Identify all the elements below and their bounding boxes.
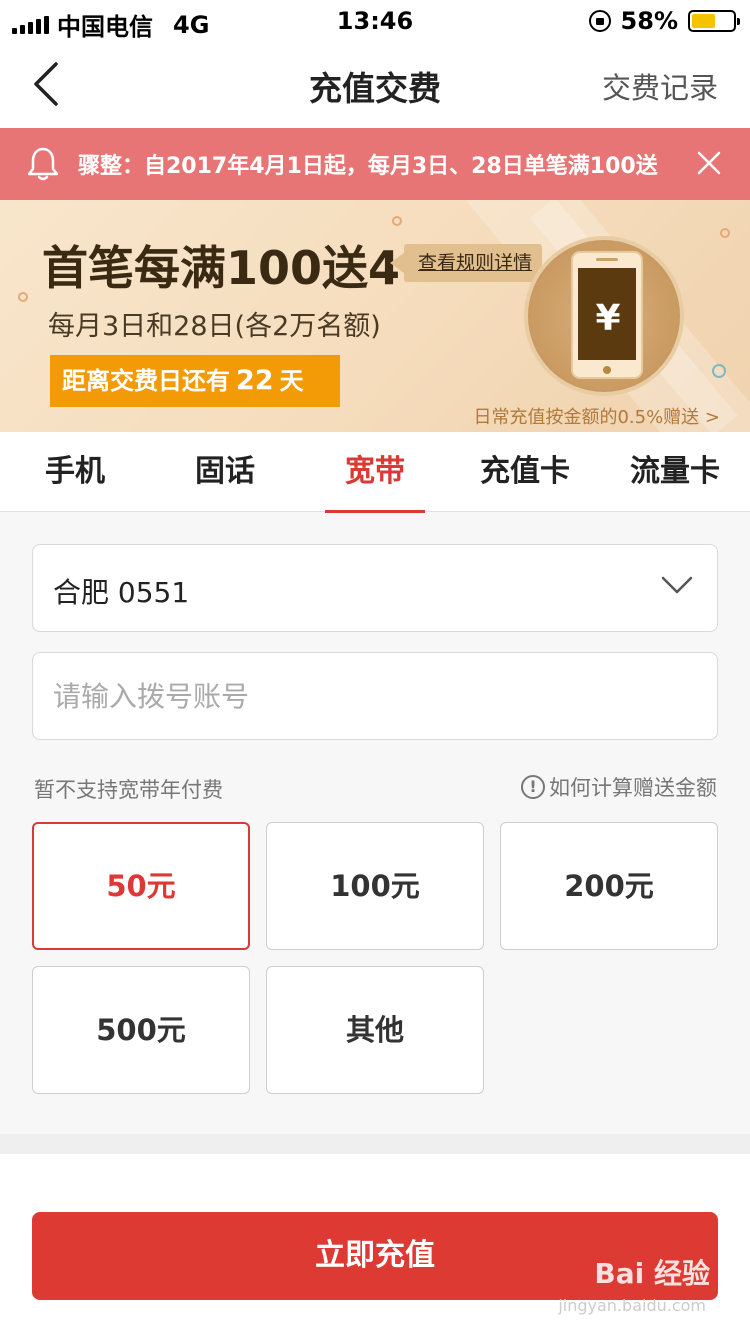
tab-recharge-card[interactable]: 充值卡 (450, 432, 600, 512)
battery-icon (688, 10, 740, 32)
section-divider (0, 1134, 750, 1154)
decoration-circle (18, 292, 28, 302)
countdown-prefix: 距离交费日还有 (62, 367, 230, 395)
payment-history-link[interactable]: 交费记录 (602, 65, 718, 107)
amount-option-200[interactable]: 200元 (500, 822, 718, 950)
promo-banner[interactable]: 首笔每满100送4 查看规则详情 每月3日和28日(各2万名额) 距离交费日还有… (0, 200, 750, 432)
tab-broadband[interactable]: 宽带 (300, 432, 450, 513)
info-icon: ! (521, 775, 545, 799)
decoration-circle (712, 364, 726, 378)
amount-option-other[interactable]: 其他 (266, 966, 484, 1094)
tab-mobile[interactable]: 手机 (0, 432, 150, 512)
rotation-lock-icon (588, 10, 611, 32)
countdown-badge: 距离交费日还有 22 天 (50, 355, 340, 407)
close-icon[interactable] (696, 150, 722, 176)
battery-fill (692, 14, 716, 28)
countdown-days: 22 (236, 365, 274, 396)
tab-data-card[interactable]: 流量卡 (600, 432, 750, 512)
bonus-calculation-label: 如何计算赠送金额 (549, 776, 717, 800)
notice-text: 骤整：自2017年4月1日起，每月3日、28日单笔满100送 (78, 154, 658, 179)
banner-title: 首笔每满100送4 (42, 241, 401, 295)
category-tabs: 手机 固话 宽带 充值卡 流量卡 (0, 432, 750, 513)
battery-percent: 58% (620, 7, 678, 35)
city-select[interactable]: 合肥 0551 (32, 544, 718, 632)
amount-option-100[interactable]: 100元 (266, 822, 484, 950)
baidu-watermark: Bai 经验 (594, 1257, 710, 1290)
nav-bar: 充值交费 交费记录 (0, 40, 750, 128)
baidu-watermark-url: jingyan.baidu.com (558, 1296, 706, 1315)
status-bar: 中国电信 4G 13:46 58% (0, 0, 750, 41)
status-right: 58% (588, 7, 740, 35)
countdown-unit: 天 (279, 367, 304, 395)
amount-option-500[interactable]: 500元 (32, 966, 250, 1094)
amount-option-50[interactable]: 50元 (32, 822, 250, 950)
tab-landline[interactable]: 固话 (150, 432, 300, 512)
coin-symbol: ¥ (595, 298, 621, 339)
bonus-calculation-link[interactable]: ! 如何计算赠送金额 (521, 772, 717, 802)
annual-payment-hint: 暂不支持宽带年付费 (34, 778, 223, 802)
decoration-circle (392, 216, 402, 226)
city-select-value: 合肥 0551 (53, 576, 190, 609)
banner-footer-link[interactable]: 日常充值按金额的0.5%赠送 > (473, 403, 720, 429)
account-input[interactable] (33, 653, 717, 739)
banner-subtitle: 每月3日和28日(各2万名额) (48, 311, 381, 342)
phone-coin-illustration: ¥ (524, 236, 684, 396)
chevron-down-icon (661, 576, 693, 594)
rules-detail-link[interactable]: 查看规则详情 (389, 244, 543, 282)
bell-icon (27, 147, 59, 181)
account-field (32, 652, 718, 740)
decoration-circle (720, 228, 730, 238)
notice-bar: 骤整：自2017年4月1日起，每月3日、28日单笔满100送 (0, 128, 750, 200)
